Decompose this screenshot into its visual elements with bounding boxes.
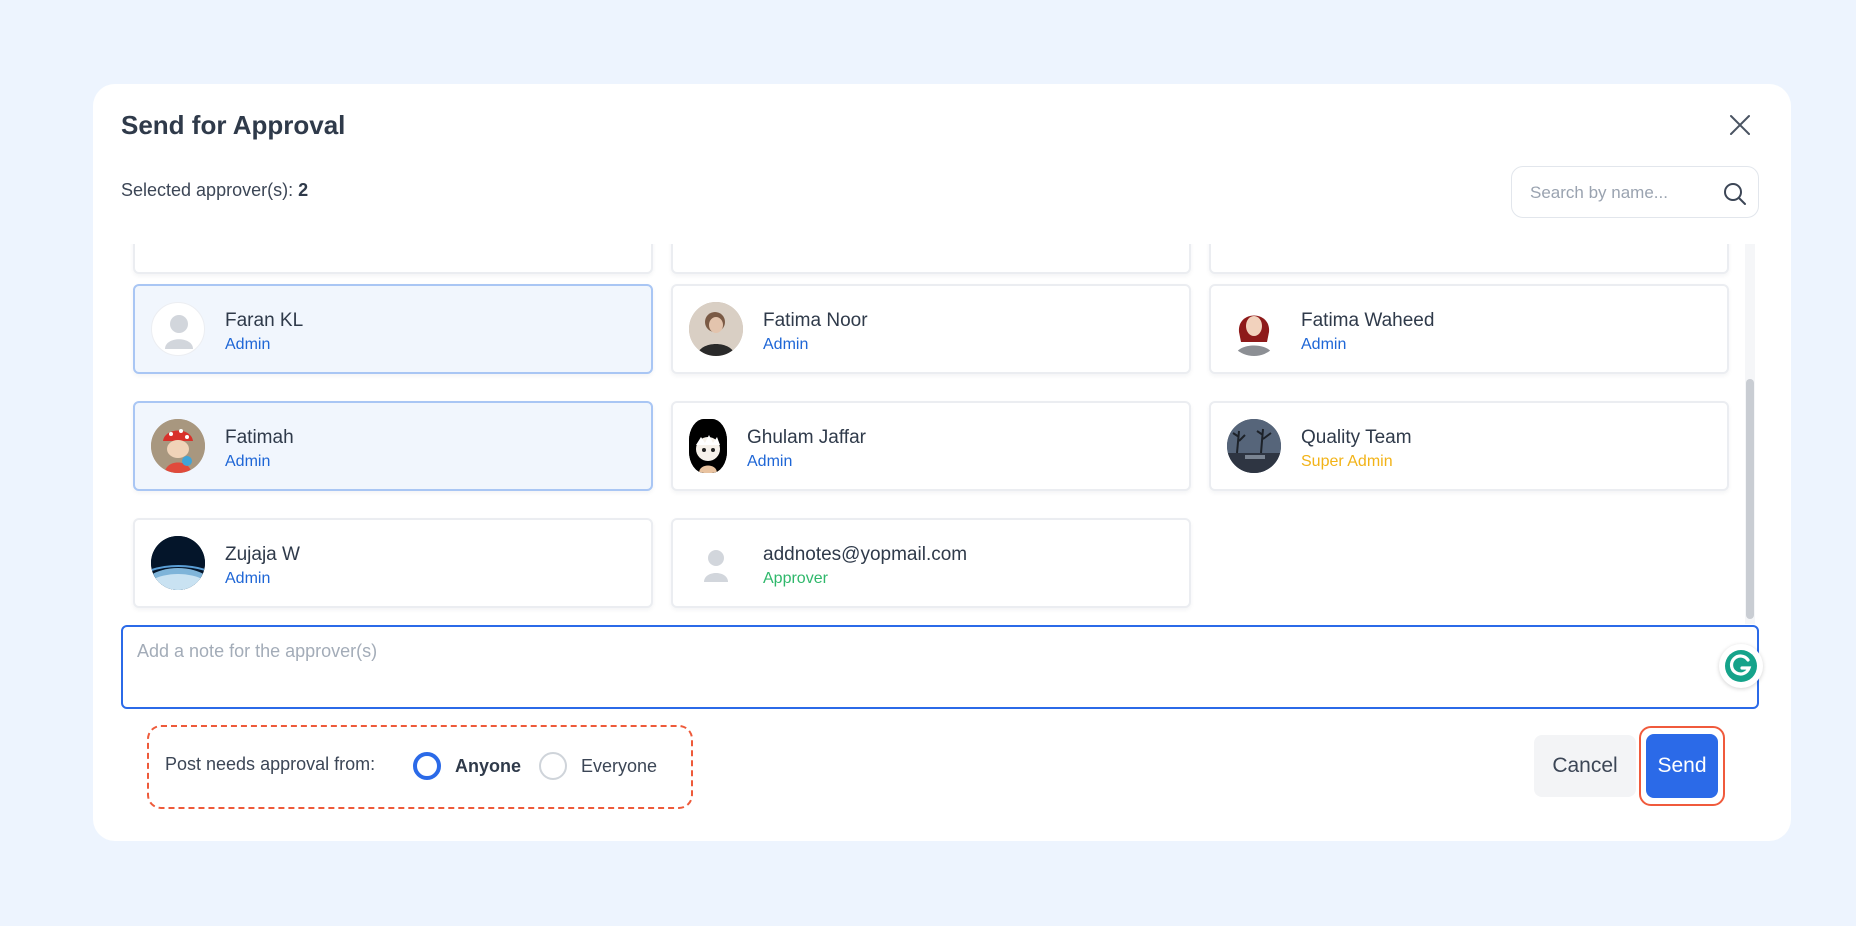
grammarly-button[interactable] <box>1719 644 1763 688</box>
selected-count: 2 <box>298 180 309 200</box>
approver-role: Admin <box>225 336 271 353</box>
approver-card[interactable]: Fatima Waheed Admin <box>1209 284 1729 374</box>
search-input[interactable] <box>1530 180 1720 206</box>
anime-avatar-icon <box>689 419 727 473</box>
send-for-approval-modal: Send for Approval Selected approver(s): … <box>93 84 1791 841</box>
approver-role: Admin <box>1301 336 1347 353</box>
note-box <box>121 625 1763 709</box>
approver-card[interactable]: Zujaja W Admin <box>133 518 653 608</box>
selected-approvers-count: Selected approver(s): 2 <box>121 180 308 201</box>
approver-name: Fatima Waheed <box>1301 310 1435 331</box>
landscape-avatar-icon <box>1227 419 1281 473</box>
approver-card[interactable]: Fatima Noor Admin <box>671 284 1191 374</box>
approver-card-partial[interactable] <box>133 244 653 274</box>
grammarly-icon <box>1725 650 1757 682</box>
default-avatar-icon <box>151 302 205 356</box>
radio-anyone-label: Anyone <box>455 755 522 776</box>
approver-name: addnotes@yopmail.com <box>763 544 968 565</box>
approver-role: Admin <box>763 336 809 353</box>
approver-role: Admin <box>225 570 271 587</box>
close-button[interactable] <box>1725 110 1755 140</box>
approver-name: Fatimah <box>225 427 294 448</box>
approver-card[interactable]: Faran KL Admin <box>133 284 653 374</box>
photo-avatar-icon <box>689 302 743 356</box>
default-avatar-icon <box>689 536 743 590</box>
radio-everyone[interactable]: Everyone <box>539 749 657 783</box>
radio-checked-icon[interactable] <box>413 752 441 780</box>
approver-card[interactable]: addnotes@yopmail.com Approver <box>671 518 1191 608</box>
close-icon <box>1730 115 1750 135</box>
note-textarea[interactable] <box>137 641 1697 697</box>
send-button[interactable]: Send <box>1646 734 1718 798</box>
approval-label: Post needs approval from: <box>165 754 376 774</box>
selected-label: Selected approver(s): <box>121 180 299 200</box>
approver-card[interactable]: Quality Team Super Admin <box>1209 401 1729 491</box>
search-box <box>1511 166 1759 218</box>
approver-card[interactable]: Fatimah Admin <box>133 401 653 491</box>
approver-name: Faran KL <box>225 310 304 331</box>
approver-card[interactable]: Ghulam Jaffar Admin <box>671 401 1191 491</box>
earth-avatar-icon <box>151 536 205 590</box>
approver-role: Approver <box>763 570 828 587</box>
approver-name: Quality Team <box>1301 427 1412 448</box>
cartoon-avatar-icon <box>151 419 205 473</box>
approver-name: Fatima Noor <box>763 310 868 331</box>
approver-card-partial[interactable] <box>1209 244 1729 274</box>
radio-unchecked-icon[interactable] <box>539 752 567 780</box>
approver-role: Admin <box>225 453 271 470</box>
approver-name: Ghulam Jaffar <box>747 427 866 448</box>
modal-title: Send for Approval <box>121 110 346 140</box>
female-avatar-icon <box>1227 302 1281 356</box>
radio-anyone[interactable]: Anyone <box>413 749 521 783</box>
search-icon[interactable] <box>1722 181 1748 207</box>
cancel-button[interactable]: Cancel <box>1534 735 1636 797</box>
approval-requirement: Post needs approval from: Anyone Everyon… <box>147 725 693 809</box>
approver-name: Zujaja W <box>225 544 300 565</box>
approver-role: Super Admin <box>1301 453 1393 470</box>
approver-role: Admin <box>747 453 793 470</box>
radio-everyone-label: Everyone <box>581 755 658 776</box>
scrollbar-thumb[interactable] <box>1746 379 1754 619</box>
approver-card-partial[interactable] <box>671 244 1191 274</box>
